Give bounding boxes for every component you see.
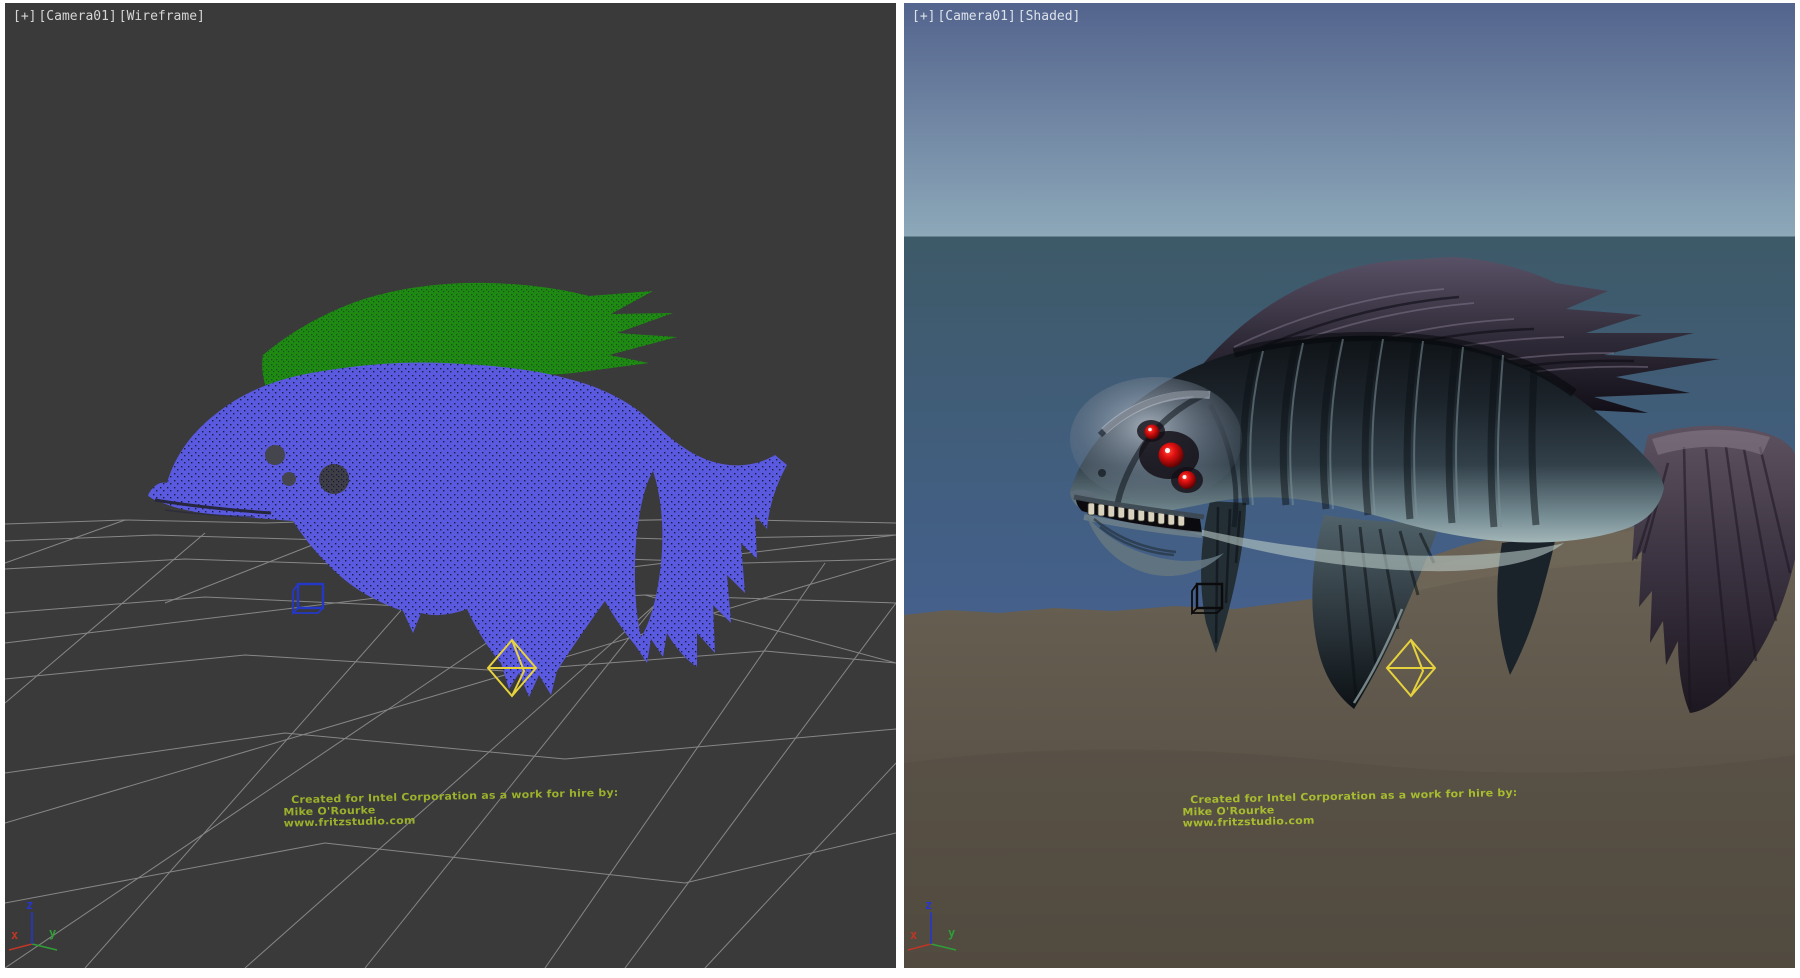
red-eye-upper: [1145, 425, 1160, 440]
dummy-box-gizmo[interactable]: [293, 584, 323, 613]
axis-y-label: y: [49, 926, 56, 940]
viewport-menu-camera[interactable]: [Camera01]: [937, 9, 1015, 24]
fish-model-wireframe[interactable]: [148, 283, 787, 697]
world-axis-tripod: x y z: [9, 898, 57, 950]
eye-spot-large: [265, 445, 285, 465]
viewport-wireframe[interactable]: x y z [+][Camera01][Wireframe] Created f…: [5, 3, 896, 968]
axis-y-label: y: [948, 926, 955, 940]
viewport-menu-expand[interactable]: [+]: [912, 9, 935, 24]
viewport-label: [+][Camera01][Wireframe]: [13, 9, 207, 24]
axis-z-label: z: [925, 898, 932, 912]
viewport-menu-shading[interactable]: [Wireframe]: [119, 9, 205, 24]
viewport-menu-expand[interactable]: [+]: [13, 9, 36, 24]
red-eye-lower: [1178, 471, 1196, 489]
eye-spot-small: [282, 472, 296, 486]
red-eye-large: [1159, 443, 1184, 468]
viewport-shaded[interactable]: x y z [+][Camera01][Shaded] Created for …: [904, 3, 1795, 968]
axis-x-label: x: [910, 928, 917, 942]
axis-x-label: x: [11, 928, 18, 942]
viewport-label: [+][Camera01][Shaded]: [912, 9, 1082, 24]
viewport-menu-camera[interactable]: [Camera01]: [38, 9, 116, 24]
viewport-split-canvas: x y z [+][Camera01][Wireframe] Created f…: [0, 0, 1800, 978]
viewport-menu-shading[interactable]: [Shaded]: [1018, 9, 1081, 24]
axis-z-label: z: [26, 898, 33, 912]
